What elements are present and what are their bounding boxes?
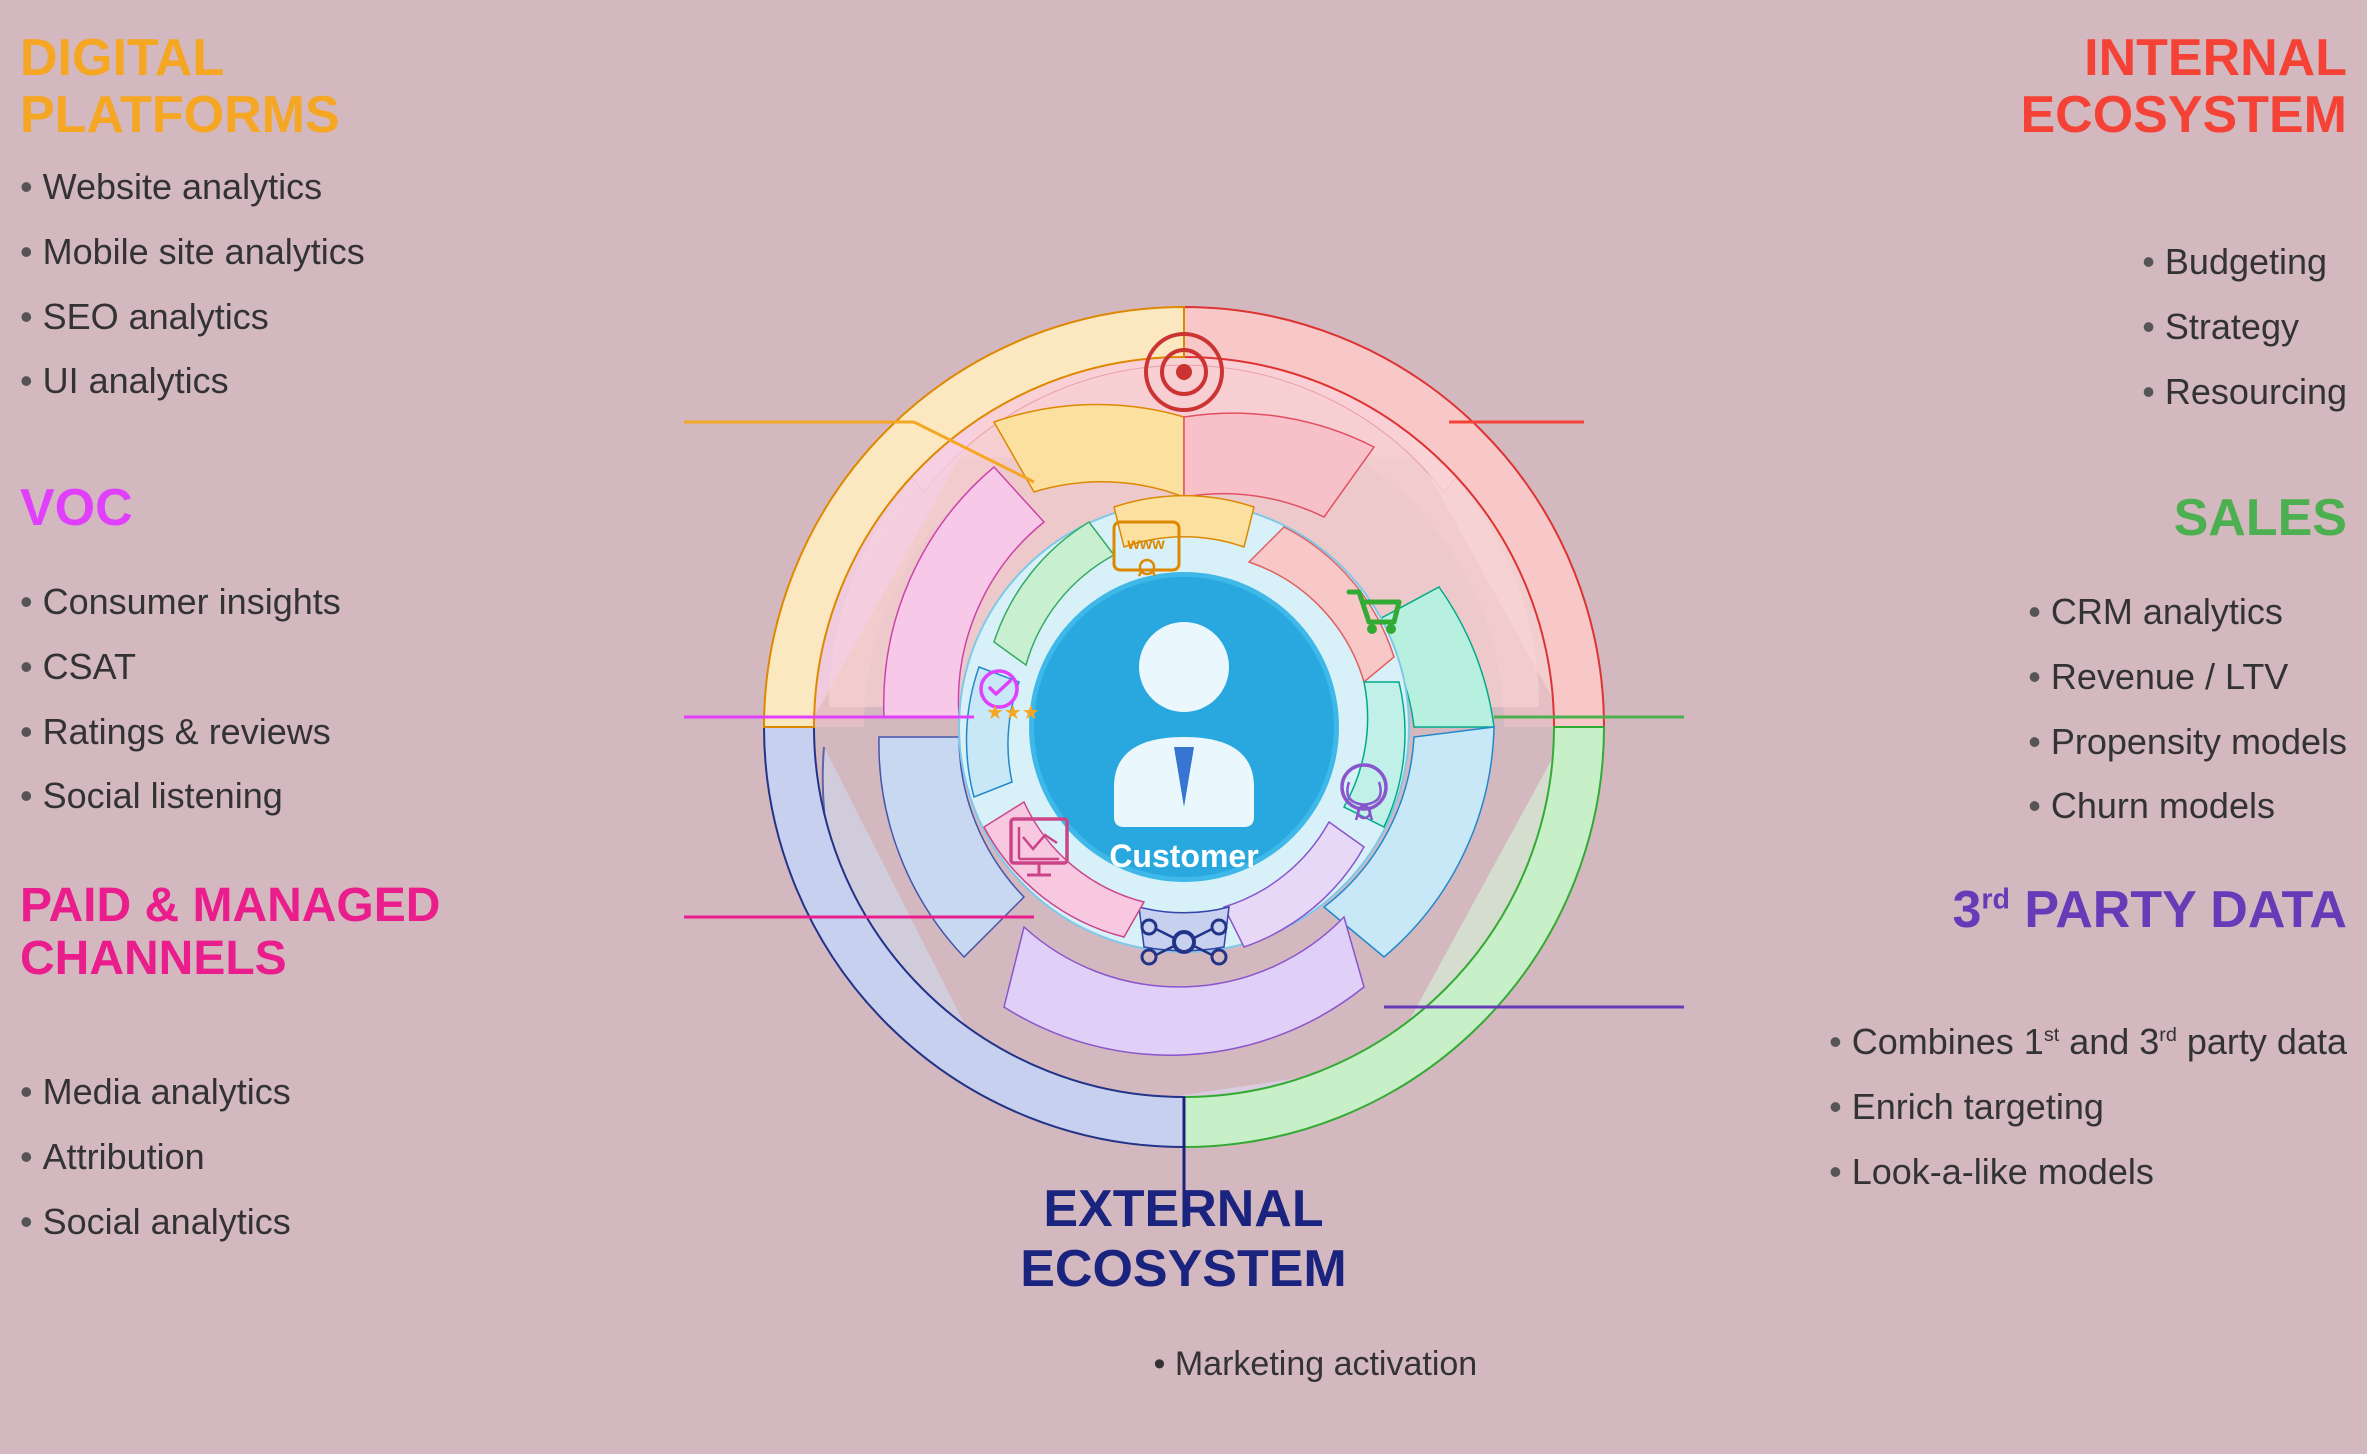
digital-item-4: UI analytics (20, 349, 365, 414)
external-item-1: • Marketing activation (1154, 1345, 1478, 1384)
list-voc: Consumer insights CSAT Ratings & reviews… (20, 570, 341, 829)
list-party-data: Combines 1st and 3rd party data Enrich t… (1829, 1010, 2347, 1204)
svg-text:★★★: ★★★ (986, 702, 1040, 724)
party-item-3: Look-a-like models (1829, 1140, 2347, 1205)
label-voc: VOC (20, 480, 133, 537)
sales-item-3: Propensity models (2028, 710, 2347, 775)
list-sales: CRM analytics Revenue / LTV Propensity m… (2028, 580, 2347, 839)
label-digital-platforms: DIGITALPLATFORMS (20, 30, 340, 144)
main-diagram-svg: Customer $ www (684, 227, 1684, 1227)
internal-item-2: Strategy (2142, 295, 2347, 360)
label-paid-managed: PAID & MANAGEDCHANNELS (20, 880, 440, 986)
label-sales: SALES (2174, 490, 2347, 547)
paid-item-2: Attribution (20, 1125, 291, 1190)
digital-item-3: SEO analytics (20, 285, 365, 350)
sales-item-2: Revenue / LTV (2028, 645, 2347, 710)
party-item-2: Enrich targeting (1829, 1075, 2347, 1140)
voc-item-3: Ratings & reviews (20, 700, 341, 765)
label-internal-ecosystem: INTERNALECOSYSTEM (2021, 30, 2348, 144)
svg-text:Customer: Customer (1109, 838, 1258, 874)
diagram-container: Customer $ www (684, 227, 1684, 1227)
list-digital-platforms: Website analytics Mobile site analytics … (20, 155, 365, 414)
page-container: DIGITALPLATFORMS Website analytics Mobil… (0, 0, 2367, 1454)
list-internal-ecosystem: Budgeting Strategy Resourcing (2142, 230, 2347, 424)
svg-text:www: www (1126, 536, 1165, 553)
list-external-ecosystem: • Marketing activation (1154, 1345, 1478, 1384)
voc-item-2: CSAT (20, 635, 341, 700)
label-party-data: 3rd PARTY DATA (1952, 880, 2347, 940)
voc-item-4: Social listening (20, 764, 341, 829)
sales-item-4: Churn models (2028, 774, 2347, 839)
internal-item-3: Resourcing (2142, 360, 2347, 425)
voc-item-1: Consumer insights (20, 570, 341, 635)
digital-item-1: Website analytics (20, 155, 365, 220)
svg-text:$: $ (1178, 362, 1189, 384)
paid-item-1: Media analytics (20, 1060, 291, 1125)
sales-item-1: CRM analytics (2028, 580, 2347, 645)
party-item-1: Combines 1st and 3rd party data (1829, 1010, 2347, 1075)
list-paid-managed: Media analytics Attribution Social analy… (20, 1060, 291, 1254)
internal-item-1: Budgeting (2142, 230, 2347, 295)
digital-item-2: Mobile site analytics (20, 220, 365, 285)
paid-item-3: Social analytics (20, 1190, 291, 1255)
